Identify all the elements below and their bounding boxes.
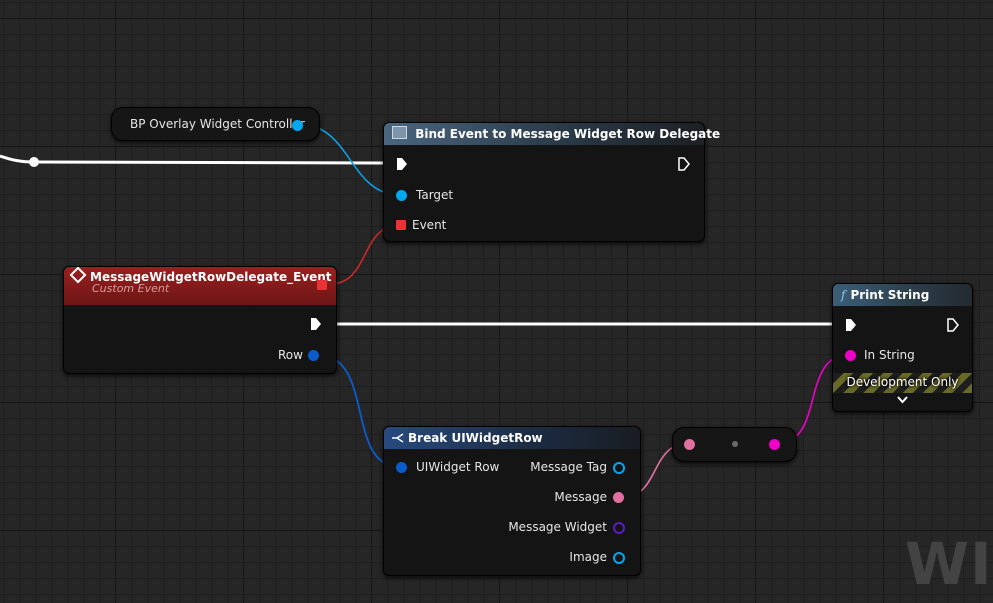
- print-string-header: f Print String: [833, 284, 972, 306]
- event-input-pin[interactable]: [396, 220, 406, 230]
- image-output-pin[interactable]: [613, 552, 625, 564]
- print-exec-out-pin[interactable]: [947, 318, 959, 332]
- custom-event-header: MessageWidgetRowDelegate_Event Custom Ev…: [64, 266, 336, 305]
- message-label: Message: [554, 490, 607, 504]
- function-f-icon: f: [841, 288, 846, 302]
- row-output-pin[interactable]: [308, 350, 319, 361]
- in-string-input-pin[interactable]: [845, 350, 856, 361]
- target-label: Target: [416, 188, 454, 202]
- print-string-title: Print String: [850, 288, 930, 302]
- custom-event-subtitle: Custom Event: [92, 282, 170, 295]
- custom-event-node[interactable]: MessageWidgetRowDelegate_Event Custom Ev…: [63, 266, 337, 374]
- delegate-output-pin[interactable]: [317, 280, 327, 290]
- development-only-label: Development Only: [846, 375, 959, 389]
- bp-overlay-variable-node[interactable]: BP Overlay Widget Controller: [111, 107, 320, 141]
- message-tag-label: Message Tag: [530, 460, 607, 474]
- bp-overlay-label: BP Overlay Widget Controller: [130, 117, 305, 131]
- image-label: Image: [569, 550, 607, 564]
- break-row-title: Break UIWidgetRow: [408, 431, 543, 445]
- row-label: Row: [278, 348, 303, 362]
- text-to-string-conversion-node[interactable]: [672, 427, 797, 462]
- bind-event-node[interactable]: Bind Event to Message Widget Row Delegat…: [383, 122, 720, 242]
- exec-wire-bind: [0, 154, 393, 165]
- bind-exec-out-pin[interactable]: [678, 157, 690, 171]
- bind-event-title: Bind Event to Message Widget Row Delegat…: [415, 127, 721, 141]
- event-label: Event: [412, 218, 447, 232]
- bp-overlay-output-pin[interactable]: [292, 120, 303, 131]
- message-widget-label: Message Widget: [508, 520, 607, 534]
- message-output-pin[interactable]: [613, 492, 624, 503]
- event-exec-out-pin[interactable]: [310, 317, 322, 331]
- in-string-label: In String: [864, 348, 915, 362]
- break-row-header: Break UIWidgetRow: [384, 427, 640, 449]
- bind-exec-in-pin[interactable]: [396, 157, 408, 171]
- print-exec-in-pin[interactable]: [845, 318, 857, 332]
- function-box-icon: [392, 126, 407, 139]
- conversion-input-pin[interactable]: [684, 439, 695, 450]
- target-input-pin[interactable]: [396, 190, 407, 201]
- print-string-node[interactable]: f Print String In String Development Only: [832, 283, 973, 412]
- chevron-down-icon[interactable]: [897, 396, 908, 404]
- event-diamond-icon: [69, 266, 87, 284]
- bind-event-header: Bind Event to Message Widget Row Delegat…: [384, 123, 720, 145]
- break-row-node[interactable]: Break UIWidgetRow UIWidget Row Message T…: [383, 426, 641, 576]
- message-widget-output-pin[interactable]: [613, 522, 625, 534]
- message-tag-output-pin[interactable]: [613, 462, 625, 474]
- conversion-center-dot: [732, 441, 738, 447]
- uiwidget-row-label: UIWidget Row: [416, 460, 500, 474]
- break-struct-icon: [392, 428, 404, 443]
- graph-watermark: WID: [905, 530, 993, 598]
- reroute-knot: [29, 157, 39, 167]
- uiwidget-row-input-pin[interactable]: [396, 462, 407, 473]
- conversion-output-pin[interactable]: [769, 439, 780, 450]
